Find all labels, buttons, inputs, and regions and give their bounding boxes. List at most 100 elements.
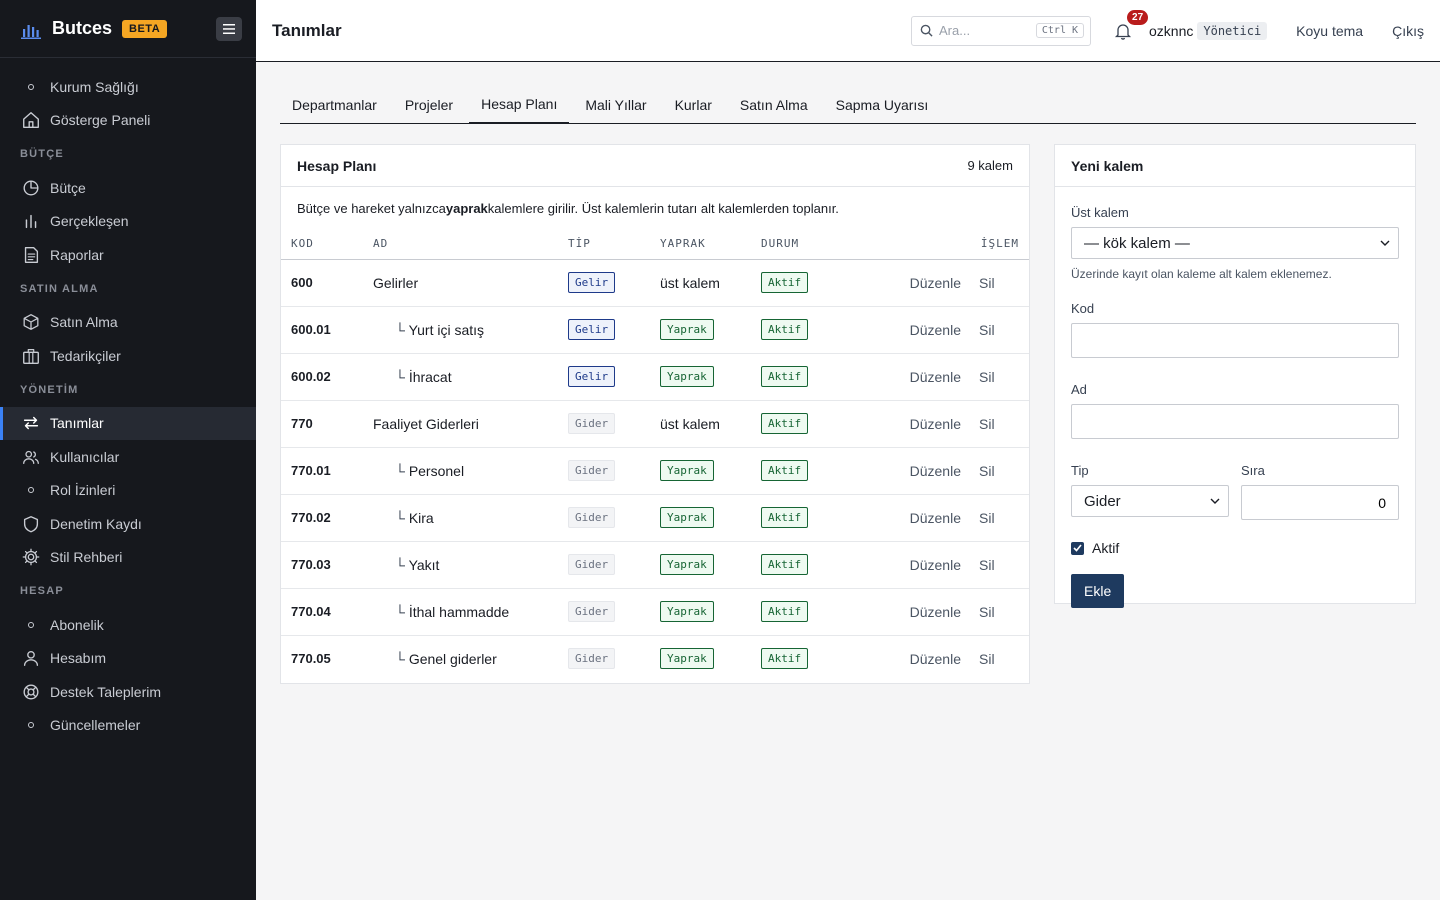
definitions-tabs: Departmanlar Projeler Hesap Planı Mali Yıll… — [280, 86, 1416, 124]
sidebar-item-denetim-kaydı[interactable]: Denetim Kaydı — [0, 507, 256, 541]
sidebar-item-bütçe[interactable]: Bütçe — [0, 171, 256, 205]
delete-link[interactable]: Sil — [979, 635, 1029, 682]
col-leaf: YAPRAK — [650, 229, 751, 260]
menu-toggle-button[interactable] — [216, 17, 242, 41]
active-checkbox-row[interactable]: Aktif — [1071, 540, 1399, 556]
sidebar-item-label: Güncellemeler — [50, 717, 141, 734]
sidebar-item-satın-alma[interactable]: Satın Alma — [0, 306, 256, 340]
parent-select[interactable]: — kök kalem — — [1071, 227, 1399, 259]
sidebar-item-label: Destek Taleplerim — [50, 683, 162, 700]
tab-satın-alma[interactable]: Satın Alma — [728, 86, 820, 123]
sidebar-item-güncellemeler[interactable]: Güncellemeler — [0, 709, 256, 743]
type-select[interactable]: Gider — [1071, 485, 1229, 517]
sidebar-item-raporlar[interactable]: Raporlar — [0, 238, 256, 272]
sidebar-item-hesabım[interactable]: Hesabım — [0, 642, 256, 676]
table-row: 600.01Yurt içi satış Gelir Yaprak Aktif Düze… — [281, 306, 1029, 354]
account-name: İthal hammadde — [363, 588, 558, 636]
sidebar-item-stil-rehberi[interactable]: Stil Rehberi — [0, 541, 256, 575]
leaf-badge: Yaprak — [660, 460, 714, 481]
account-name: Yurt içi satış — [363, 306, 558, 354]
add-button[interactable]: Ekle — [1071, 574, 1125, 608]
tab-departmanlar[interactable]: Departmanlar — [280, 86, 389, 123]
sidebar-nav: Kurum Sağlığı Gösterge Paneli BÜTÇE Bütçe Ge… — [0, 58, 256, 742]
sidebar-item-label: Rol İzinleri — [50, 482, 116, 499]
table-row: 770.02Kira Gider Yaprak Aktif DüzenleSil — [281, 494, 1029, 542]
delete-link[interactable]: Sil — [979, 494, 1029, 542]
logout-link[interactable]: Çıkış — [1392, 23, 1424, 39]
parent-select-value: — kök kalem — — [1084, 234, 1190, 252]
delete-link[interactable]: Sil — [979, 400, 1029, 448]
edit-link[interactable]: Düzenle — [851, 400, 979, 448]
gear-icon — [20, 546, 42, 568]
delete-link[interactable]: Sil — [979, 541, 1029, 589]
new-item-form: Üst kalem — kök kalem — Üzerinde kayıt o… — [1055, 187, 1415, 608]
status-badge: Aktif — [761, 413, 809, 434]
sidebar-item-label: Gösterge Paneli — [50, 112, 151, 129]
order-label: Sıra — [1241, 463, 1265, 478]
search-input[interactable] — [939, 23, 1036, 38]
dark-theme-link[interactable]: Koyu tema — [1296, 23, 1363, 39]
edit-link[interactable]: Düzenle — [851, 494, 979, 542]
sidebar-item-kullanıcılar[interactable]: Kullanıcılar — [0, 440, 256, 474]
sidebar-item-tedarikçiler[interactable]: Tedarikçiler — [0, 339, 256, 373]
sidebar-item-kurum-sağlığı[interactable]: Kurum Sağlığı — [0, 70, 256, 104]
table-header-row: KOD AD TİP YAPRAK DURUM İŞLEM — [281, 229, 1029, 260]
account-code: 770.03 — [281, 541, 363, 589]
tab-mali-yıllar[interactable]: Mali Yıllar — [573, 86, 658, 123]
sidebar-item-gerçekleşen[interactable]: Gerçekleşen — [0, 205, 256, 239]
sidebar-item-gösterge-paneli[interactable]: Gösterge Paneli — [0, 104, 256, 138]
edit-link[interactable]: Düzenle — [851, 635, 979, 682]
name-input[interactable] — [1071, 404, 1399, 439]
edit-link[interactable]: Düzenle — [851, 353, 979, 401]
account-code: 770 — [281, 400, 363, 448]
edit-link[interactable]: Düzenle — [851, 306, 979, 354]
edit-link[interactable]: Düzenle — [851, 541, 979, 589]
bar-chart-logo-icon — [21, 24, 41, 39]
col-name: AD — [363, 229, 558, 260]
accounts-card-header: Hesap Planı 9 kalem — [281, 145, 1029, 187]
tab-sapma-uyarısı[interactable]: Sapma Uyarısı — [824, 86, 941, 123]
col-action: İŞLEM — [851, 229, 1029, 260]
tab-kurlar[interactable]: Kurlar — [663, 86, 724, 123]
account-code: 600 — [281, 259, 363, 307]
status-badge: Aktif — [761, 554, 809, 575]
delete-link[interactable]: Sil — [979, 447, 1029, 495]
delete-link[interactable]: Sil — [979, 259, 1029, 307]
account-code: 770.02 — [281, 494, 363, 542]
type-badge: Gider — [568, 507, 616, 528]
account-code: 770.05 — [291, 651, 331, 667]
sidebar-item-destek-taleplerim[interactable]: Destek Taleplerim — [0, 675, 256, 709]
delete-link[interactable]: Sil — [979, 353, 1029, 401]
leaf-badge: Yaprak — [660, 648, 714, 670]
account-name: Gelirler — [363, 259, 558, 307]
sidebar-item-label: Kurum Sağlığı — [50, 78, 139, 95]
dot-icon — [20, 479, 42, 501]
sidebar-item-rol-i̇zinleri[interactable]: Rol İzinleri — [0, 474, 256, 508]
new-item-card: Yeni kalem Üst kalem — kök kalem — Üzeri… — [1054, 144, 1416, 608]
users-icon — [20, 446, 42, 468]
bar-chart-icon — [20, 210, 42, 232]
sidebar-item-label: Abonelik — [50, 616, 104, 633]
sidebar-item-label: Raporlar — [50, 246, 104, 263]
search-box[interactable]: Ctrl K — [911, 15, 1092, 46]
new-item-header: Yeni kalem — [1055, 145, 1415, 187]
delete-link[interactable]: Sil — [979, 306, 1029, 354]
edit-link[interactable]: Düzenle — [851, 447, 979, 495]
edit-link[interactable]: Düzenle — [851, 588, 979, 636]
tab-projeler[interactable]: Projeler — [393, 86, 465, 123]
code-input[interactable] — [1071, 323, 1399, 358]
notifications-button[interactable]: 27 — [1113, 9, 1149, 43]
type-badge: Gider — [568, 648, 616, 670]
edit-link[interactable]: Düzenle — [851, 259, 979, 307]
account-code: 770.01 — [281, 447, 363, 495]
sidebar-item-tanımlar[interactable]: Tanımlar — [0, 406, 256, 440]
notification-count-badge: 27 — [1127, 9, 1149, 25]
sidebar-item-abonelik[interactable]: Abonelik — [0, 608, 256, 642]
name-label: Ad — [1071, 382, 1087, 397]
order-input[interactable] — [1241, 485, 1399, 520]
note-text-2: kalemlere girilir. Üst kalemlerin tutarı… — [487, 200, 839, 216]
active-checkbox[interactable] — [1071, 541, 1084, 555]
delete-link[interactable]: Sil — [979, 588, 1029, 636]
account-name: Faaliyet Giderleri — [363, 400, 558, 448]
tab-hesap-planı[interactable]: Hesap Planı — [469, 86, 570, 124]
